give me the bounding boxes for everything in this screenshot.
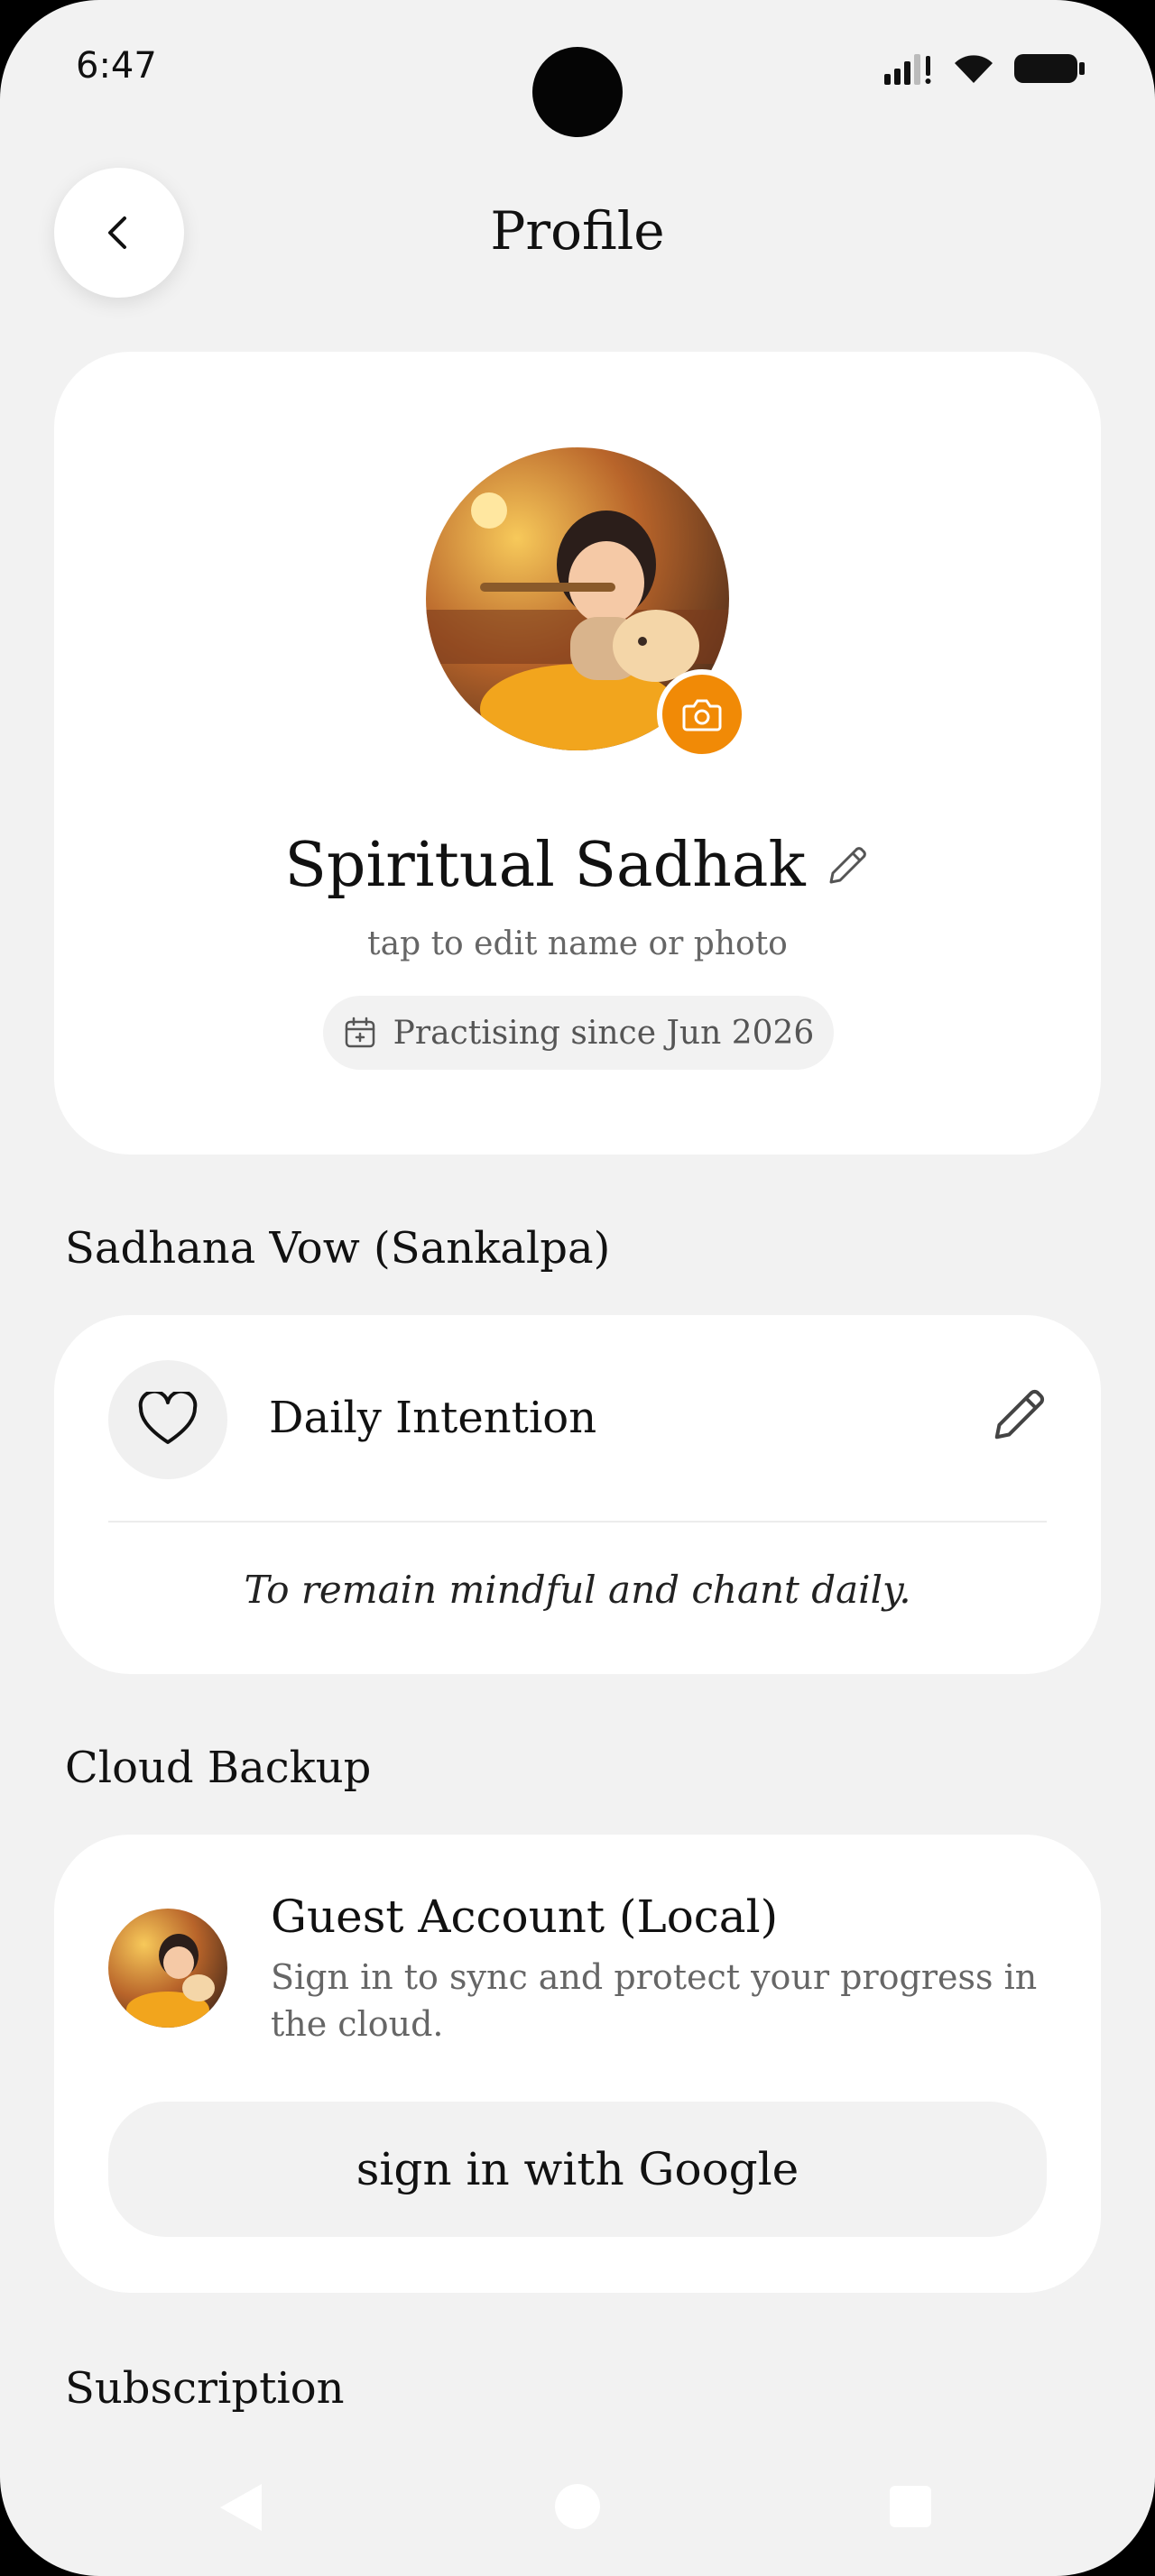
vow-section-title: Sadhana Vow (Sankalpa) — [65, 1223, 611, 1274]
profile-name-row[interactable]: Spiritual Sadhak — [54, 830, 1101, 901]
edit-intention-button[interactable] — [987, 1384, 1050, 1450]
change-photo-button[interactable] — [657, 669, 747, 759]
nav-back-button[interactable] — [220, 2484, 262, 2531]
vow-label: Daily Intention — [269, 1393, 597, 1443]
backup-section-title: Cloud Backup — [65, 1743, 372, 1793]
vow-card: Daily Intention To remain mindful and ch… — [54, 1315, 1101, 1674]
wifi-icon — [955, 55, 993, 83]
page-title: Profile — [490, 200, 665, 262]
pencil-icon — [994, 1390, 1044, 1440]
google-sign-in-button[interactable]: sign in with Google — [108, 2102, 1047, 2237]
status-time: 6:47 — [76, 45, 157, 87]
camera-icon — [682, 699, 722, 731]
heart-icon — [138, 1392, 198, 1444]
guest-account-subtitle: Sign in to sync and protect your progres… — [271, 1957, 1038, 2044]
profile-hint: tap to edit name or photo — [367, 925, 788, 962]
nav-home-button[interactable] — [555, 2484, 600, 2529]
profile-name[interactable]: Spiritual Sadhak — [284, 830, 805, 901]
nav-recents-button[interactable] — [890, 2486, 931, 2527]
calendar-icon — [345, 1017, 374, 1048]
backup-card: Guest Account (Local) Sign in to sync an… — [54, 1835, 1101, 2293]
divider — [108, 1521, 1047, 1523]
heart-icon-circle — [108, 1360, 227, 1479]
intention-text: To remain mindful and chant daily. — [244, 1568, 911, 1612]
guest-account-title: Guest Account (Local) — [271, 1891, 779, 1943]
status-icons — [882, 51, 1086, 87]
system-nav-bar — [0, 2471, 1155, 2544]
guest-avatar-image — [108, 1909, 227, 2028]
guest-avatar — [108, 1909, 227, 2028]
subscription-section-title: Subscription — [65, 2363, 345, 2414]
battery-icon — [1014, 54, 1085, 83]
pencil-icon[interactable] — [824, 842, 871, 889]
front-camera — [532, 47, 623, 137]
profile-card: Spiritual Sadhak tap to edit name or pho… — [54, 352, 1101, 1155]
status-bar: 6:47 — [0, 0, 1155, 137]
since-text: Practising since Jun 2026 — [393, 1014, 815, 1052]
signal-icon — [884, 54, 931, 85]
phone-screen: 6:47 Profile Spiritual Sadhak tap to edi… — [0, 0, 1155, 2576]
avatar-container[interactable] — [426, 447, 747, 759]
practising-since-badge: Practising since Jun 2026 — [323, 996, 834, 1070]
